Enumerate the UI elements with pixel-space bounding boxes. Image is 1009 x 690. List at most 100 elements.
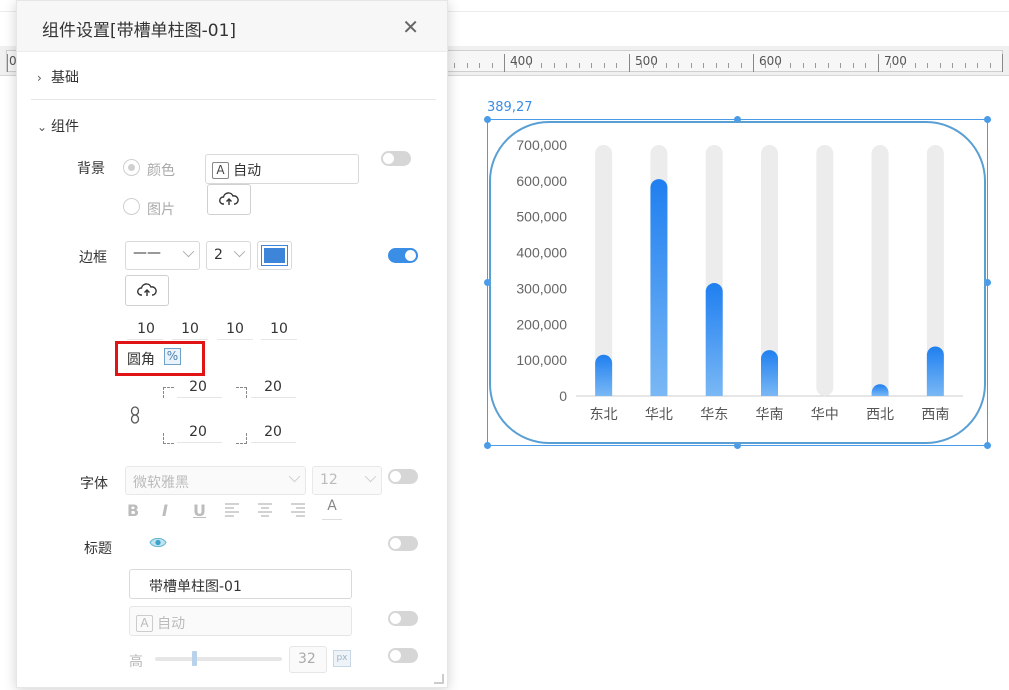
radius-bottom-left-value[interactable]: 20 xyxy=(181,424,215,440)
font-size-select[interactable]: 12 xyxy=(312,466,382,495)
ruler-tick xyxy=(802,63,804,68)
color-letter-icon: A xyxy=(212,161,229,179)
height-label: 高 xyxy=(129,654,143,670)
eye-icon[interactable] xyxy=(149,536,167,549)
ruler-tick xyxy=(877,54,879,72)
border-color-picker[interactable] xyxy=(257,241,292,270)
ruler-tick xyxy=(479,63,481,68)
chevron-down-icon xyxy=(233,245,246,258)
border-corner-value[interactable]: 10 xyxy=(262,321,296,337)
title-color-toggle[interactable] xyxy=(388,611,418,626)
height-slider-track[interactable] xyxy=(155,657,282,661)
radius-top-left-value[interactable]: 20 xyxy=(181,379,215,395)
italic-button[interactable]: I xyxy=(162,501,168,520)
bar[interactable] xyxy=(650,179,668,396)
bar[interactable] xyxy=(705,283,723,396)
ruler-tick xyxy=(491,63,493,68)
ruler-label: 700 xyxy=(884,54,907,68)
section-component[interactable]: ⌄ 组件 xyxy=(37,116,79,136)
title-color-value: 自动 xyxy=(157,616,186,632)
input-underline xyxy=(127,339,163,340)
ruler-tick xyxy=(728,63,730,68)
x-tick-label: 西北 xyxy=(866,407,894,423)
background-color-option: 颜色 xyxy=(147,163,175,179)
input-underline xyxy=(172,339,208,340)
background-toggle[interactable] xyxy=(381,151,411,166)
section-basic[interactable]: › 基础 xyxy=(37,67,79,87)
input-underline xyxy=(177,397,222,398)
resize-handle-bottom-right[interactable] xyxy=(984,442,991,449)
y-tick-label: 400,000 xyxy=(516,245,567,261)
background-color-radio[interactable] xyxy=(123,159,140,176)
ruler-tick xyxy=(889,63,891,68)
y-tick-label: 0 xyxy=(559,388,567,404)
font-family-select[interactable]: 微软雅黑 xyxy=(125,466,306,495)
y-tick-label: 600,000 xyxy=(516,173,567,189)
resize-handle-top-left[interactable] xyxy=(484,116,491,123)
align-center-icon[interactable] xyxy=(257,502,273,517)
position-readout: 389,27 xyxy=(487,100,533,115)
title-input-value: 带槽单柱图-01 xyxy=(149,579,242,595)
border-upload-button[interactable] xyxy=(125,275,169,306)
panel-header: 组件设置[带槽单柱图-01] ✕ xyxy=(17,1,447,52)
height-slider-thumb[interactable] xyxy=(192,651,197,666)
height-input[interactable]: 32 xyxy=(289,646,327,673)
radius-bottom-right-value[interactable]: 20 xyxy=(256,424,290,440)
border-toggle[interactable] xyxy=(388,248,418,263)
link-icon[interactable] xyxy=(130,405,140,425)
bar[interactable] xyxy=(595,354,613,396)
ruler-tick xyxy=(591,63,593,68)
x-tick-label: 华中 xyxy=(811,407,839,423)
corner-bottom-right-icon xyxy=(236,433,247,444)
border-corner-value[interactable]: 10 xyxy=(129,321,163,337)
radius-top-right-value[interactable]: 20 xyxy=(256,379,290,395)
resize-handle-bottom-left[interactable] xyxy=(484,442,491,449)
color-letter-icon: A xyxy=(136,614,153,632)
x-tick-label: 西南 xyxy=(921,407,949,423)
title-color-picker[interactable]: A 自动 xyxy=(129,606,352,636)
chevron-down-icon: ⌄ xyxy=(37,120,48,134)
bar-chart-component[interactable]: 0 100,000 200,000 300,000 400,000 500,000 600,… xyxy=(489,121,986,444)
title-toggle[interactable] xyxy=(388,536,418,551)
border-width-select[interactable]: 2 xyxy=(206,241,251,270)
y-tick-label: 500,000 xyxy=(516,209,567,225)
ruler-tick xyxy=(690,63,692,68)
bold-button[interactable]: B xyxy=(127,501,139,520)
height-toggle[interactable] xyxy=(388,648,418,663)
border-style-select[interactable]: —— xyxy=(125,241,200,270)
font-toggle[interactable] xyxy=(388,469,418,484)
component-settings-panel: 组件设置[带槽单柱图-01] ✕ › 基础 ⌄ 组件 背景 颜色 图片 A 自动 边… xyxy=(16,0,448,688)
ruler-tick xyxy=(939,63,941,68)
input-underline xyxy=(251,397,296,398)
title-label: 标题 xyxy=(84,541,112,557)
percent-toggle-button[interactable]: % xyxy=(164,348,181,365)
ruler-tick xyxy=(454,63,456,68)
ruler-tick xyxy=(952,63,954,68)
background-image-radio[interactable] xyxy=(123,198,140,215)
background-color-picker[interactable]: A 自动 xyxy=(205,154,359,184)
section-component-label: 组件 xyxy=(51,119,79,135)
align-right-icon[interactable] xyxy=(290,502,306,517)
close-icon[interactable]: ✕ xyxy=(402,15,419,39)
ruler-tick xyxy=(504,54,505,72)
font-color-button[interactable]: A xyxy=(322,498,342,520)
panel-resize-grip[interactable] xyxy=(434,674,444,684)
chevron-down-icon xyxy=(288,470,301,483)
title-input[interactable]: 带槽单柱图-01 xyxy=(129,569,352,599)
height-value: 32 xyxy=(298,651,316,667)
ruler-tick xyxy=(902,63,904,68)
font-color-letter: A xyxy=(327,498,337,514)
background-upload-button[interactable] xyxy=(207,184,251,215)
border-corner-value[interactable]: 10 xyxy=(173,321,207,337)
bar[interactable] xyxy=(761,350,778,396)
bar-track xyxy=(871,145,889,396)
bar[interactable] xyxy=(926,346,944,396)
underline-button[interactable]: U xyxy=(193,501,206,520)
border-corner-value[interactable]: 10 xyxy=(218,321,252,337)
ruler-tick xyxy=(640,63,642,68)
border-color-swatch xyxy=(261,245,288,266)
align-left-icon[interactable] xyxy=(224,502,240,517)
resize-handle-top-right[interactable] xyxy=(984,116,991,123)
ruler-tick xyxy=(790,63,792,68)
y-tick-label: 300,000 xyxy=(516,280,567,296)
